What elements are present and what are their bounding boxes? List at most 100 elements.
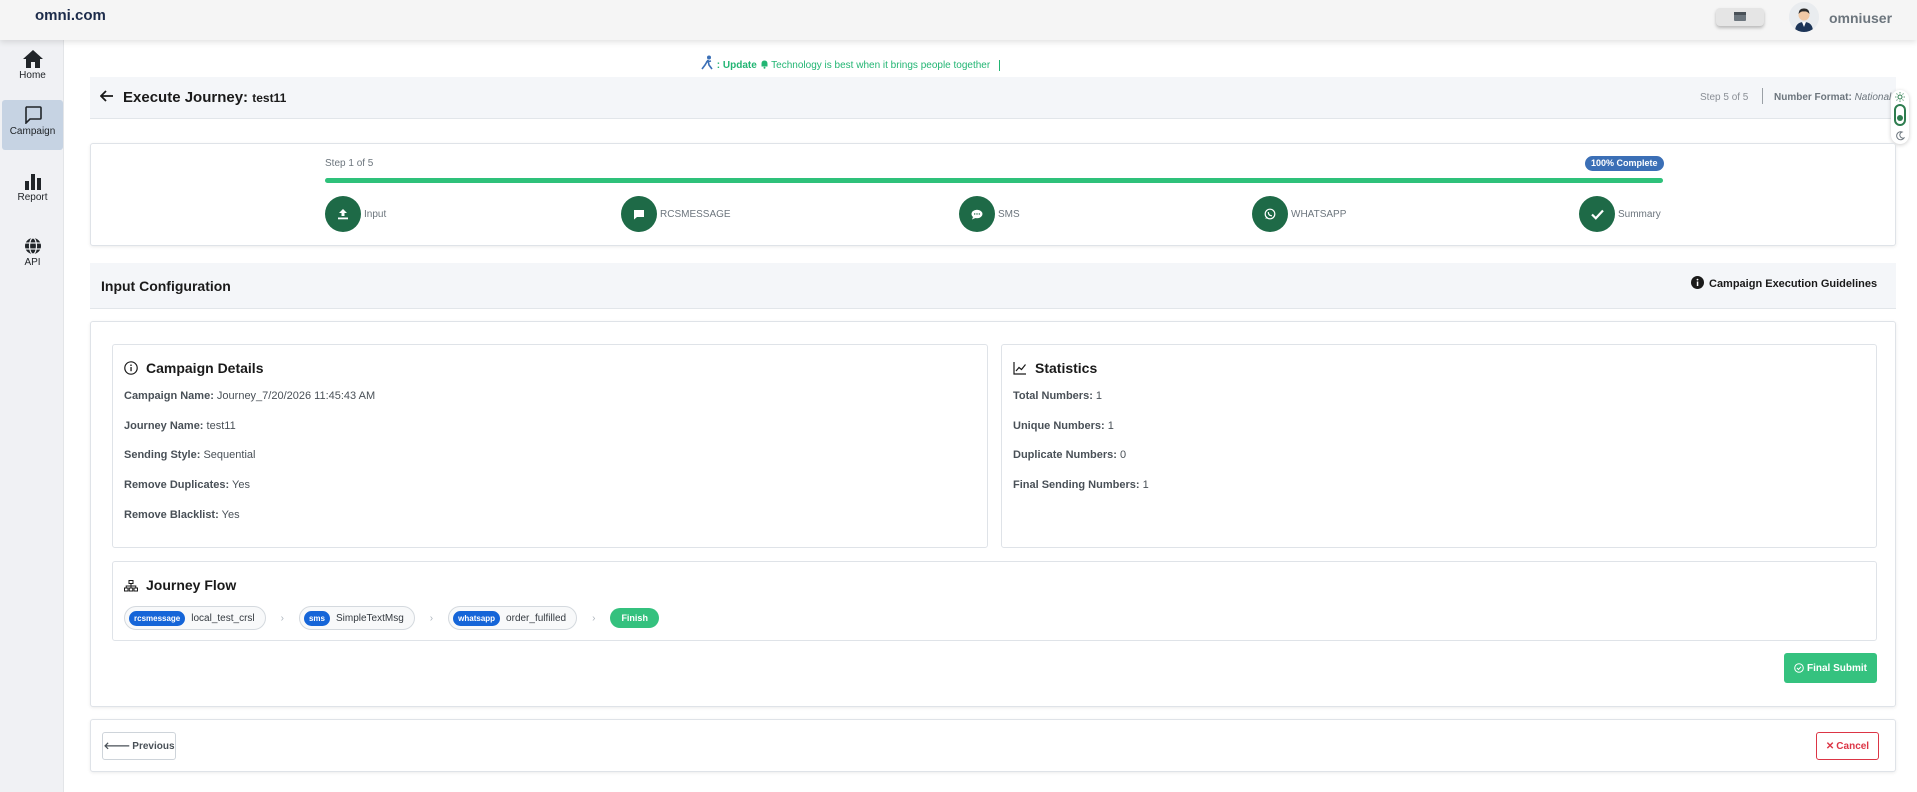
step-label: Summary	[1618, 209, 1661, 220]
journey-name: test11	[252, 91, 287, 105]
guidelines-label: Campaign Execution Guidelines	[1709, 278, 1878, 290]
avatar[interactable]	[1789, 2, 1819, 32]
sidebar: Home Campaign Report API	[0, 40, 64, 792]
flow-chain: rcsmessage local_test_crsl › sms SimpleTex…	[124, 605, 659, 631]
stat-row: Total Numbers: 1	[1013, 390, 1102, 402]
wallet-icon	[1734, 12, 1746, 21]
channel-tag: whatsapp	[453, 610, 501, 626]
panel-title: Campaign Details	[124, 360, 263, 376]
page-title-label: Execute Journey:	[123, 89, 249, 106]
sidebar-item-label: Report	[17, 192, 48, 203]
detail-row: Remove Blacklist: Yes	[124, 509, 240, 521]
finish-badge: Finish	[610, 608, 659, 628]
sidebar-item-campaign[interactable]: Campaign	[2, 100, 63, 150]
flow-node: rcsmessage local_test_crsl	[124, 606, 266, 630]
guidelines-link[interactable]: Campaign Execution Guidelines	[1691, 276, 1877, 290]
final-submit-button[interactable]: Final Submit	[1784, 653, 1877, 683]
panel-title: Statistics	[1013, 360, 1097, 376]
journey-flow-panel: Journey Flow rcsmessage local_test_crsl ›…	[112, 561, 1877, 641]
detail-value: Journey_7/20/2026 11:45:43 AM	[216, 390, 376, 402]
close-icon: ✕	[1825, 740, 1835, 752]
cancel-button[interactable]: ✕ Cancel	[1816, 732, 1879, 760]
wallet-button[interactable]	[1716, 8, 1764, 26]
number-format-value: National	[1854, 92, 1892, 103]
step-circle	[959, 196, 995, 232]
stat-label: Unique Numbers:	[1013, 420, 1105, 432]
ticker-cursor	[998, 59, 1000, 71]
ticker-prefix: : Update	[716, 60, 757, 71]
page-header: Execute Journey: test11 Step 5 of 5 Numb…	[90, 77, 1896, 119]
detail-label: Campaign Name:	[124, 390, 214, 402]
detail-row: Sending Style: Sequential	[124, 449, 255, 461]
stat-label: Final Sending Numbers:	[1013, 479, 1140, 491]
statistics-panel: Statistics Total Numbers: 1 Unique Numbe…	[1001, 344, 1877, 548]
top-bar: omni.com omniuser	[0, 0, 1917, 40]
statistics-title: Statistics	[1035, 360, 1098, 376]
whatsapp-icon	[1264, 208, 1276, 220]
upload-icon	[338, 209, 348, 220]
campaign-details-panel: Campaign Details Campaign Name: Journey_…	[112, 344, 988, 548]
progress-badge: 100% Complete	[1585, 156, 1664, 171]
page-title: Execute Journey: test11	[123, 89, 286, 106]
flow-node: sms SimpleTextMsg	[298, 606, 415, 630]
info-circle-icon	[124, 361, 138, 375]
stat-row: Final Sending Numbers: 1	[1013, 479, 1149, 491]
detail-value: Yes	[232, 479, 250, 491]
number-format-label: Number Format:	[1774, 92, 1852, 103]
detail-value: test11	[206, 420, 236, 432]
toggle-knob[interactable]	[1894, 104, 1906, 126]
footer-card: 🡐 Previous ✕ Cancel	[90, 719, 1896, 772]
sidebar-item-label: Campaign	[9, 126, 56, 137]
bar-chart-icon	[24, 174, 41, 190]
divider	[1762, 88, 1763, 104]
stat-value: 1	[1107, 420, 1114, 432]
moon-icon	[1896, 131, 1905, 141]
cancel-label: Cancel	[1836, 740, 1870, 752]
trend-chart-icon	[1013, 362, 1026, 375]
previous-label: Previous	[132, 740, 175, 752]
username[interactable]: omniuser	[1829, 10, 1892, 26]
detail-label: Sending Style:	[124, 449, 201, 461]
detail-label: Remove Duplicates:	[124, 479, 230, 491]
template-name: SimpleTextMsg	[335, 612, 404, 624]
step-label: RCSMESSAGE	[660, 209, 731, 220]
home-icon	[22, 50, 43, 68]
stat-label: Total Numbers:	[1013, 390, 1093, 402]
chevron-right-icon: ›	[429, 612, 434, 624]
step-circle	[1252, 196, 1288, 232]
chevron-right-icon: ›	[592, 612, 596, 624]
ticker-message: Technology is best when it brings people…	[771, 60, 991, 71]
sidebar-item-report[interactable]: Report	[2, 166, 63, 216]
channel-tag: sms	[303, 610, 330, 626]
journey-flow-title: Journey Flow	[146, 577, 237, 593]
stat-row: Unique Numbers: 1	[1013, 420, 1114, 432]
theme-toggle[interactable]	[1891, 90, 1909, 144]
main-card: Campaign Details Campaign Name: Journey_…	[90, 321, 1896, 707]
step-circle	[325, 196, 361, 232]
section-header: Input Configuration Campaign Execution G…	[90, 263, 1896, 309]
sidebar-item-api[interactable]: API	[2, 231, 63, 281]
sidebar-item-label: API	[24, 257, 41, 268]
sitemap-icon	[124, 580, 138, 592]
step-info: Step 5 of 5	[1700, 92, 1749, 103]
bell-icon	[761, 60, 768, 69]
brand-logo[interactable]: omni.com	[35, 7, 106, 24]
back-arrow-icon[interactable]	[100, 90, 114, 102]
previous-button[interactable]: 🡐 Previous	[102, 732, 176, 760]
check-icon	[1590, 209, 1604, 220]
info-icon	[1691, 276, 1704, 289]
detail-row: Campaign Name: Journey_7/20/2026 11:45:4…	[124, 390, 375, 402]
final-submit-label: Final Submit	[1807, 662, 1867, 674]
stat-value: 1	[1142, 479, 1149, 491]
sidebar-item-home[interactable]: Home	[2, 44, 63, 94]
chevron-right-icon: ›	[280, 612, 284, 624]
stepper-card: Step 1 of 5 100% Complete Input RCSMESSA…	[90, 143, 1896, 246]
message-icon	[634, 209, 644, 219]
stat-label: Duplicate Numbers:	[1013, 449, 1117, 461]
sun-icon	[1895, 92, 1905, 102]
channel-tag: rcsmessage	[129, 610, 186, 626]
progress-bar	[325, 178, 1663, 183]
flow-node: whatsapp order_fulfilled	[448, 606, 578, 630]
campaign-details-title: Campaign Details	[146, 360, 264, 376]
chat-bubble-icon	[971, 209, 983, 219]
